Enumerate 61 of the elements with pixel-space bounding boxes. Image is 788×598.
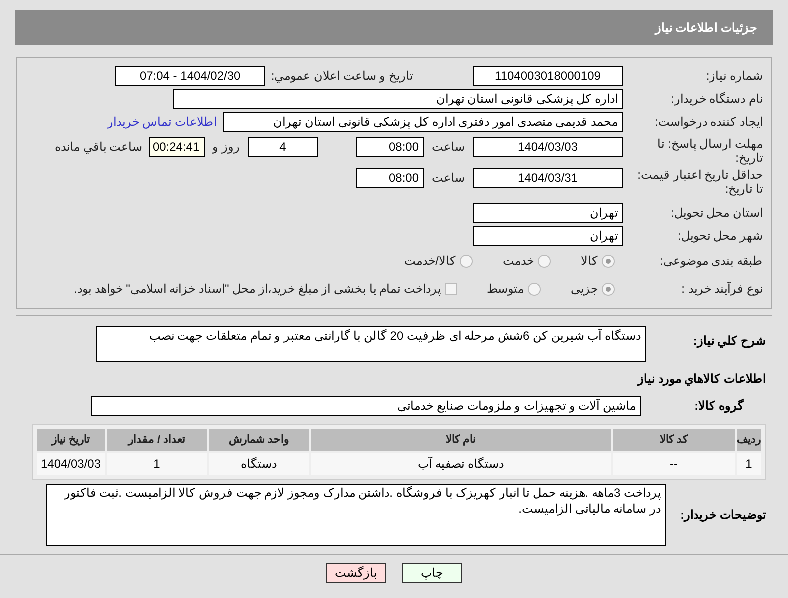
field-label: ساعت bbox=[432, 139, 465, 156]
radio-label: جزیی bbox=[571, 281, 598, 298]
table-cell: 1 bbox=[737, 453, 761, 475]
text-field[interactable]: 1404/02/30 - 07:04 bbox=[115, 66, 266, 86]
text-field[interactable]: 1404/03/03 bbox=[473, 137, 623, 157]
radio-button[interactable] bbox=[528, 282, 541, 296]
radio-button[interactable] bbox=[538, 254, 551, 268]
checkbox[interactable] bbox=[445, 283, 457, 295]
text-field[interactable]: تهران bbox=[473, 226, 623, 246]
section-title: اطلاعات کالاهاي مورد نیاز bbox=[636, 371, 766, 388]
field-label: حداقل تاریخ اعتبار قیمت: تا تاریخ: bbox=[636, 168, 763, 196]
field-label: توضیحات خریدار: bbox=[680, 507, 766, 524]
field-label: ساعت باقي مانده bbox=[54, 139, 143, 156]
radio-label: خدمت bbox=[503, 253, 534, 270]
description-textarea[interactable]: دستگاه آب شیرین کن 6شش مرحله ای ظرفیت 20 گالن با گارانتی معتبر و تمام متعلقات جهت نصب bbox=[96, 326, 646, 362]
field-label: روز و bbox=[212, 139, 240, 156]
field-label: ایجاد کننده درخواست: bbox=[654, 114, 763, 131]
text-field[interactable]: 08:00 bbox=[356, 168, 424, 188]
text-field[interactable]: 00:24:41 bbox=[148, 137, 205, 157]
field-label: شرح کلي نیاز: bbox=[692, 333, 766, 350]
radio-label: کالا bbox=[581, 253, 598, 270]
text-field[interactable]: اداره کل پزشکی قانونی استان تهران bbox=[173, 89, 623, 109]
checkbox-label: پرداخت تمام یا بخشی از مبلغ خرید،از محل "اسناد خزانه اسلامی" خواهد بود. bbox=[74, 281, 441, 298]
column-header: کد کالا bbox=[613, 429, 735, 451]
column-header: ردیف bbox=[737, 429, 761, 451]
text-field[interactable]: 1404/03/31 bbox=[473, 168, 623, 188]
column-header: نام کالا bbox=[311, 429, 611, 451]
column-header: واحد شمارش bbox=[209, 429, 309, 451]
table-cell: دستگاه تصفیه آب bbox=[311, 453, 611, 475]
table-cell: 1404/03/03 bbox=[37, 453, 105, 475]
back-button[interactable]: بازگشت bbox=[326, 563, 386, 583]
column-header: تعداد / مقدار bbox=[107, 429, 207, 451]
field-label: تاریخ و ساعت اعلان عمومي: bbox=[271, 68, 413, 85]
radio-label: کالا/خدمت bbox=[404, 253, 456, 270]
field-label: نوع فرآیند خرید : bbox=[680, 281, 763, 298]
radio-button[interactable] bbox=[602, 282, 615, 296]
field-label: نام دستگاه خریدار: bbox=[670, 91, 763, 108]
text-field[interactable]: ماشین آلات و تجهیزات و ملزومات صنایع خدماتی bbox=[91, 396, 641, 416]
radio-label: متوسط bbox=[487, 281, 524, 298]
field-label: شهر محل تحویل: bbox=[676, 228, 763, 245]
field-label: طبقه بندی موضوعی: bbox=[658, 253, 763, 270]
radio-button[interactable] bbox=[602, 254, 615, 268]
text-field[interactable]: 4 bbox=[248, 137, 318, 157]
text-field[interactable]: 08:00 bbox=[356, 137, 424, 157]
field-label: استان محل تحویل: bbox=[670, 205, 763, 222]
table-cell: دستگاه bbox=[209, 453, 309, 475]
print-button[interactable]: چاپ bbox=[402, 563, 462, 583]
buyer-contact-link[interactable]: اطلاعات تماس خریدار bbox=[107, 113, 217, 131]
text-field[interactable]: تهران bbox=[473, 203, 623, 223]
field-label: گروه کالا: bbox=[694, 398, 745, 415]
column-header: تاریخ نیاز bbox=[37, 429, 105, 451]
table-cell: 1 bbox=[107, 453, 207, 475]
field-label: مهلت ارسال پاسخ: تا تاریخ: bbox=[656, 137, 763, 165]
radio-button[interactable] bbox=[460, 254, 473, 268]
text-field[interactable]: محمد قدیمی متصدی امور دفتری اداره کل پزشکی قانونی استان تهران bbox=[223, 112, 623, 132]
text-field[interactable]: 1104003018000109 bbox=[473, 66, 623, 86]
page-title: جزئیات اطلاعات نیاز bbox=[655, 20, 757, 36]
table-cell: -- bbox=[613, 453, 735, 475]
notes-textarea[interactable]: پرداخت 3ماهه .هزینه حمل تا انبار کهریزک با فروشگاه .داشتن مدارک ومجوز لازم جهت فروش کالا الزامیست .ثبت فاکتور در سامانه مالیاتی الزامیست. bbox=[46, 484, 666, 546]
field-label: شماره نیاز: bbox=[705, 68, 763, 85]
field-label: ساعت bbox=[432, 170, 465, 187]
